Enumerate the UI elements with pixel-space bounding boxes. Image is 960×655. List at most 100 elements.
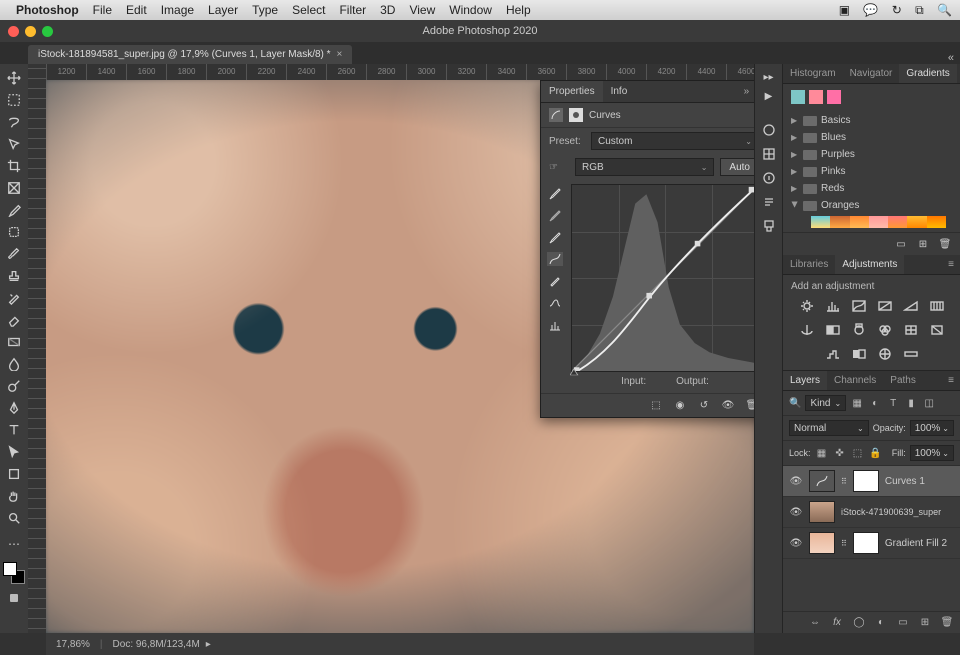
adjustment-thumb[interactable]: [809, 470, 835, 492]
gradient-swatch[interactable]: [791, 90, 805, 104]
channel-mixer-icon[interactable]: [876, 322, 894, 338]
channel-select[interactable]: RGB⌄: [575, 158, 714, 176]
trash-icon[interactable]: 🗑: [938, 237, 952, 251]
lock-artboard-icon[interactable]: ⬚: [851, 446, 865, 460]
layer-name[interactable]: iStock-471900639_super: [841, 507, 941, 517]
search-icon[interactable]: 🔍: [937, 3, 952, 17]
doc-size[interactable]: Doc: 96,8M/123,4M: [113, 639, 200, 650]
close-icon[interactable]: [8, 26, 19, 37]
cloud-icon[interactable]: ▣: [839, 3, 850, 17]
tab-info[interactable]: Info: [603, 81, 636, 102]
opacity-input[interactable]: 100%⌄: [910, 420, 954, 436]
marquee-tool[interactable]: [2, 90, 26, 110]
layer-name[interactable]: Gradient Fill 2: [885, 538, 947, 549]
new-layer-icon[interactable]: ⊞: [918, 615, 932, 629]
dodge-tool[interactable]: [2, 376, 26, 396]
levels-icon[interactable]: [824, 298, 842, 314]
gradient-swatch[interactable]: [809, 90, 823, 104]
bw-icon[interactable]: [824, 322, 842, 338]
fill-input[interactable]: 100%⌄: [910, 445, 954, 461]
canvas[interactable]: Properties Info » ≡ Curves Preset: Custo…: [46, 80, 754, 633]
filter-pixel-icon[interactable]: ▦: [850, 396, 864, 410]
preset-select[interactable]: Custom⌄: [591, 132, 754, 150]
filter-smart-icon[interactable]: ◫: [922, 396, 936, 410]
menu-edit[interactable]: Edit: [126, 3, 147, 17]
tab-libraries[interactable]: Libraries: [783, 255, 835, 274]
screen-modes[interactable]: [10, 594, 18, 602]
hue-icon[interactable]: [928, 298, 946, 314]
channel-icon[interactable]: ☞: [549, 162, 569, 173]
status-menu-icon[interactable]: ▸: [206, 639, 211, 650]
color-balance-icon[interactable]: [798, 322, 816, 338]
curve-line[interactable]: [572, 185, 754, 371]
traffic-lights[interactable]: [8, 26, 53, 37]
lock-pixels-icon[interactable]: ▦: [815, 446, 829, 460]
new-gradient-icon[interactable]: ⊞: [916, 237, 930, 251]
lock-all-icon[interactable]: 🔒: [869, 446, 883, 460]
move-tool[interactable]: [2, 68, 26, 88]
exposure-icon[interactable]: [876, 298, 894, 314]
tab-adjustments[interactable]: Adjustments: [835, 255, 904, 274]
document-tab[interactable]: iStock-181894581_super.jpg @ 17,9% (Curv…: [28, 45, 352, 64]
lock-position-icon[interactable]: ✜: [833, 446, 847, 460]
selective-color-icon[interactable]: [876, 346, 894, 362]
minimize-icon[interactable]: [25, 26, 36, 37]
threshold-icon[interactable]: [850, 346, 868, 362]
filter-kind-select[interactable]: Kind⌄: [805, 395, 846, 411]
foreground-color[interactable]: [3, 562, 17, 576]
layer-row[interactable]: 👁 ⠿ Curves 1: [783, 466, 960, 497]
menu-help[interactable]: Help: [506, 3, 531, 17]
sync-icon[interactable]: ↻: [892, 3, 902, 17]
menu-view[interactable]: View: [409, 3, 435, 17]
new-fill-adj-icon[interactable]: ◐: [874, 615, 888, 629]
link-icon[interactable]: ⠿: [841, 539, 847, 548]
path-select-tool[interactable]: [2, 442, 26, 462]
close-tab-icon[interactable]: ×: [337, 49, 343, 60]
view-previous-icon[interactable]: ◉: [673, 399, 687, 413]
blend-mode-select[interactable]: Normal⌄: [789, 420, 869, 436]
lasso-tool[interactable]: [2, 112, 26, 132]
trash-icon[interactable]: 🗑: [745, 399, 754, 413]
history-brush-tool[interactable]: [2, 288, 26, 308]
color-panel-icon[interactable]: [760, 121, 778, 139]
clip-to-layer-icon[interactable]: ⬚: [649, 399, 663, 413]
visibility-icon[interactable]: 👁: [789, 476, 803, 487]
menu-photoshop[interactable]: Photoshop: [16, 3, 79, 17]
posterize-icon[interactable]: [824, 346, 842, 362]
toggle-visibility-icon[interactable]: 👁: [721, 399, 735, 413]
layer-row[interactable]: 👁 iStock-471900639_super: [783, 497, 960, 528]
swatches-panel-icon[interactable]: [760, 145, 778, 163]
new-group-icon[interactable]: ▭: [896, 615, 910, 629]
curves-graph[interactable]: [571, 184, 754, 372]
eyedropper-tool[interactable]: [2, 200, 26, 220]
panel-menu-icon[interactable]: ≡: [942, 255, 960, 274]
brush-tool[interactable]: [2, 244, 26, 264]
stamp-tool[interactable]: [2, 266, 26, 286]
clip-histogram-icon[interactable]: [547, 318, 563, 332]
edit-toolbar-icon[interactable]: ⋯: [2, 534, 26, 554]
menu-layer[interactable]: Layer: [208, 3, 238, 17]
tab-navigator[interactable]: Navigator: [843, 64, 900, 83]
gradient-tool[interactable]: [2, 332, 26, 352]
smooth-icon[interactable]: [547, 296, 563, 310]
photo-filter-icon[interactable]: [850, 322, 868, 338]
folder-reds[interactable]: ▶Reds: [787, 180, 956, 197]
folder-oranges[interactable]: ▶Oranges: [787, 197, 956, 214]
auto-button[interactable]: Auto: [720, 158, 754, 176]
menu-select[interactable]: Select: [292, 3, 325, 17]
properties-panel[interactable]: Properties Info » ≡ Curves Preset: Custo…: [540, 80, 754, 418]
link-icon[interactable]: ⠿: [841, 477, 847, 486]
menu-type[interactable]: Type: [252, 3, 278, 17]
filter-adjust-icon[interactable]: ◐: [868, 396, 882, 410]
tab-properties[interactable]: Properties: [541, 81, 603, 102]
collapse-icon[interactable]: »: [744, 86, 750, 97]
tab-channels[interactable]: Channels: [827, 371, 883, 390]
invert-icon[interactable]: [928, 322, 946, 338]
mask-thumb[interactable]: [853, 470, 879, 492]
link-layers-icon[interactable]: ⇔: [808, 615, 822, 629]
visibility-icon[interactable]: 👁: [789, 538, 803, 549]
expand-panels-icon[interactable]: ▸▸: [763, 72, 773, 83]
info-panel-icon[interactable]: [760, 169, 778, 187]
zoom-tool[interactable]: [2, 508, 26, 528]
hand-tool[interactable]: [2, 486, 26, 506]
